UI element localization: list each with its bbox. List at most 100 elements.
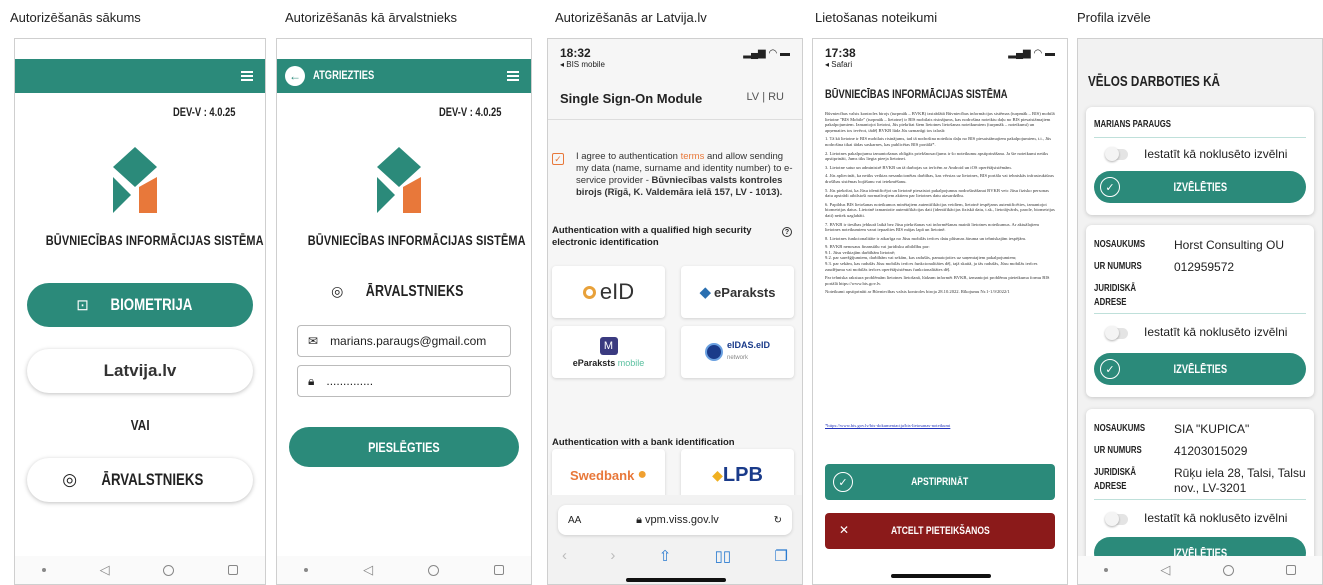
label-address: JURIDISKĀ [1094, 283, 1137, 294]
help-icon[interactable]: ? [782, 227, 792, 237]
text-size-button[interactable]: AA [568, 515, 581, 526]
globe-icon: ◎ [62, 470, 78, 489]
lang-lv[interactable]: LV [746, 91, 759, 103]
bis-logo [377, 147, 421, 213]
foreigner-heading: ◎ ĀRVALSTNIEKS [331, 283, 464, 300]
lang-ru[interactable]: RU [768, 91, 784, 103]
bookmarks-icon[interactable]: ▯▯ [715, 547, 732, 565]
recents-icon[interactable] [1285, 565, 1296, 575]
consent-checkbox[interactable]: ✓ [552, 153, 564, 165]
share-icon[interactable]: ⇧ [659, 547, 672, 565]
eid-tile[interactable]: eID [552, 266, 665, 318]
nav-dot-icon [304, 568, 309, 572]
reload-icon[interactable]: ↻ [774, 515, 782, 526]
password-field[interactable]: 🔒︎.............. [297, 365, 511, 397]
bis-logo [113, 147, 157, 213]
signal-battery-icon: ▂▄▆ ◠ ▬ [1008, 48, 1055, 59]
back-to-app[interactable]: ◂ Safari [825, 60, 1055, 69]
nav-dot-icon [41, 568, 46, 572]
profile-heading: VĒLOS DARBOTIES KĀ [1088, 73, 1220, 90]
profile-card-org1: NOSAUKUMS Horst Consulting OU UR NUMURS … [1086, 225, 1314, 397]
terms-paragraph: 7. BVKB ir tiesības jebkurā laikā bez Jū… [825, 221, 1039, 233]
version-label: DEV-V : 4.0.25 [438, 105, 502, 119]
swedbank-tile[interactable]: Swedbank ● [552, 449, 665, 501]
back-icon[interactable]: ‹ [562, 547, 567, 565]
lpb-logo-icon: ◆ [712, 466, 723, 483]
android-nav: ◁ [15, 556, 265, 584]
lpb-tile[interactable]: ◆ LPB [681, 449, 794, 501]
label-name: NOSAUKUMS [1094, 239, 1146, 250]
or-label: VAI [130, 417, 150, 434]
close-icon: ✕ [839, 523, 850, 537]
biometry-button[interactable]: ⊡ BIOMETRIJA [27, 283, 253, 327]
check-icon: ✓ [833, 472, 853, 492]
default-toggle[interactable] [1105, 326, 1128, 340]
tabs-icon[interactable]: ❐ [775, 547, 788, 565]
face-scan-icon: ⊡ [76, 297, 89, 314]
top-bar: ← ATGRIEZTIES [277, 59, 531, 93]
safari-bar: AA 🔒︎ vpm.viss.gov.lv ↻ ‹ › ⇧ ▯▯ ❐ [548, 495, 802, 584]
top-bar [15, 59, 265, 93]
back-arrow-icon[interactable]: ← [285, 66, 305, 86]
terms-link[interactable]: terms [681, 151, 705, 162]
terms-link[interactable]: *https://www.bis.gov.lv/bis-dokumentacij… [825, 423, 950, 428]
home-icon[interactable] [163, 564, 175, 576]
menu-icon[interactable] [507, 71, 519, 81]
terms-paragraph: 3. Lietotne satur un administrē BVKB un … [825, 164, 1012, 170]
person-name: MARIANS PARAUGS [1094, 119, 1172, 130]
default-label: Iestatīt kā noklusēto izvēlni [1144, 511, 1288, 525]
url-bar[interactable]: AA 🔒︎ vpm.viss.gov.lv ↻ [558, 505, 792, 535]
eid-logo-icon [582, 285, 596, 299]
terms-body: Būvniecības valsts kontroles birojs (tur… [825, 111, 1055, 431]
back-button[interactable]: ATGRIEZTIES [313, 68, 391, 82]
eparaksts-tile[interactable]: ◆ eParaksts [681, 266, 794, 318]
latvija-button[interactable]: Latvija.lv [27, 349, 253, 393]
default-label: Iestatīt kā noklusēto izvēlni [1144, 147, 1288, 161]
approve-button[interactable]: ✓ APSTIPRINĀT [825, 464, 1055, 500]
language-switch[interactable]: LV | RU [746, 91, 784, 103]
recents-icon[interactable] [228, 565, 239, 575]
swedbank-logo-icon: ● [637, 466, 647, 483]
back-icon[interactable]: ◁ [100, 562, 110, 578]
default-toggle[interactable] [1105, 512, 1128, 526]
lock-icon: 🔒︎ [636, 513, 642, 526]
forward-icon[interactable]: › [610, 547, 615, 565]
email-field[interactable]: ✉ marians.paraugs@gmail.com [297, 325, 511, 357]
screen-foreigner: ← ATGRIEZTIES DEV-V : 4.0.25 BŪVNIECĪBAS… [276, 38, 532, 585]
terms-paragraph: 1. Tā kā lietotne ir BIS mobilais risinā… [825, 136, 1051, 147]
nav-dot-icon [1104, 568, 1109, 572]
home-icon[interactable] [427, 564, 439, 576]
screen-start: DEV-V : 4.0.25 BŪVNIECĪBAS INFORMĀCIJAS … [14, 38, 266, 585]
back-to-app[interactable]: ◂ BIS mobile [560, 60, 790, 69]
connect-button[interactable]: PIESLĒGTIES [289, 427, 519, 467]
back-icon[interactable]: ◁ [363, 562, 373, 578]
system-title: BŪVNIECĪBAS INFORMĀCIJAS SISTĒMA [45, 232, 264, 248]
divider [1094, 313, 1306, 314]
label-address-2: ADRESE [1094, 297, 1127, 308]
cancel-button[interactable]: ✕ ATCELT PIETEIKŠANOS [825, 513, 1055, 549]
terms-paragraph: Par tehniska rakstura problēmām lietotne… [825, 275, 1050, 286]
recents-icon[interactable] [493, 565, 504, 575]
screen-latvija: 18:32 ◂ BIS mobile ▂▄▆ ◠ ▬ Single Sign-O… [547, 38, 803, 585]
eidas-tile[interactable]: eIDAS.eID network [681, 326, 794, 378]
ios-status-bar: 17:38 ◂ Safari ▂▄▆ ◠ ▬ [813, 39, 1067, 71]
caption-profile: Profila izvēle [1077, 10, 1151, 25]
default-toggle[interactable] [1105, 147, 1128, 161]
menu-icon[interactable] [241, 71, 253, 81]
home-icon[interactable] [1222, 564, 1234, 576]
eparaksts-mobile-tile[interactable]: MeParaksts mobile [552, 326, 665, 378]
terms-paragraph: 6. Papildus BIS lietošanas noteikumos mi… [825, 201, 1055, 218]
foreigner-button[interactable]: ◎ ĀRVALSTNIEKS [27, 458, 253, 502]
screen-profile: VĒLOS DARBOTIES KĀ MARIANS PARAUGS Iesta… [1077, 38, 1323, 585]
label-reg: UR NUMURS [1094, 445, 1142, 456]
org-reg-number: 012959572 [1174, 260, 1235, 274]
back-icon[interactable]: ◁ [1160, 562, 1170, 578]
signal-battery-icon: ▂▄▆ ◠ ▬ [743, 48, 790, 59]
globe-icon: ◎ [331, 283, 344, 299]
terms-paragraph: 4. Jūs apliecināt, ka netiks veiktas nes… [825, 173, 1054, 184]
choose-button[interactable]: ✓ IZVĒLĒTIES [1094, 171, 1306, 203]
home-indicator [626, 578, 726, 582]
choose-button[interactable]: ✓ IZVĒLĒTIES [1094, 353, 1306, 385]
org-address-2: nov., LV-3201 [1174, 481, 1247, 495]
consent-text: I agree to authentication terms and allo… [576, 151, 793, 198]
